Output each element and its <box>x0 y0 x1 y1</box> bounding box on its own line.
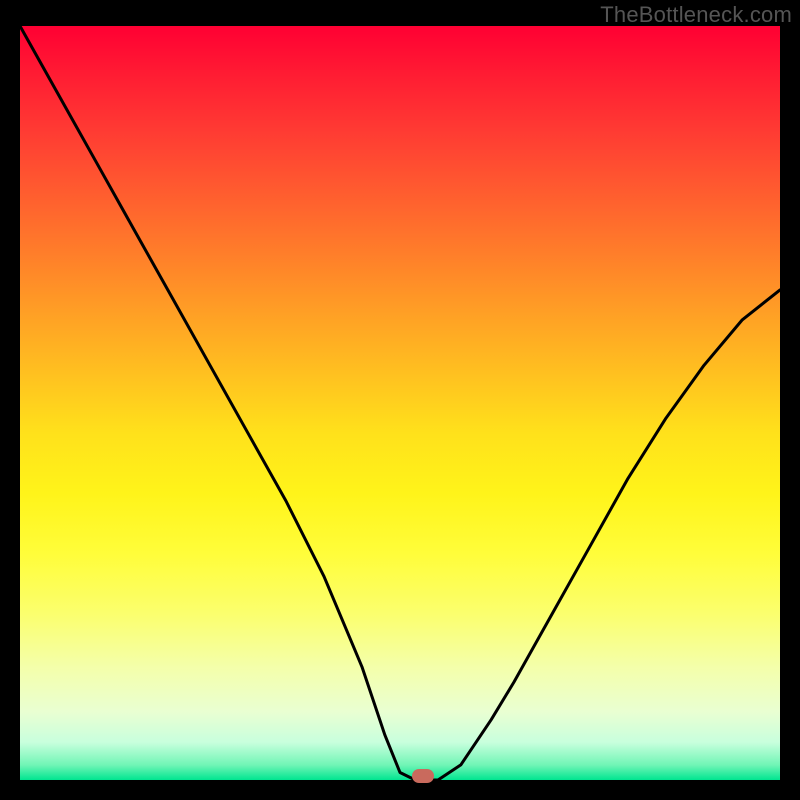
optimal-point-marker <box>412 769 434 783</box>
bottleneck-curve <box>20 26 780 780</box>
plot-area <box>20 26 780 780</box>
watermark-text: TheBottleneck.com <box>600 2 792 28</box>
